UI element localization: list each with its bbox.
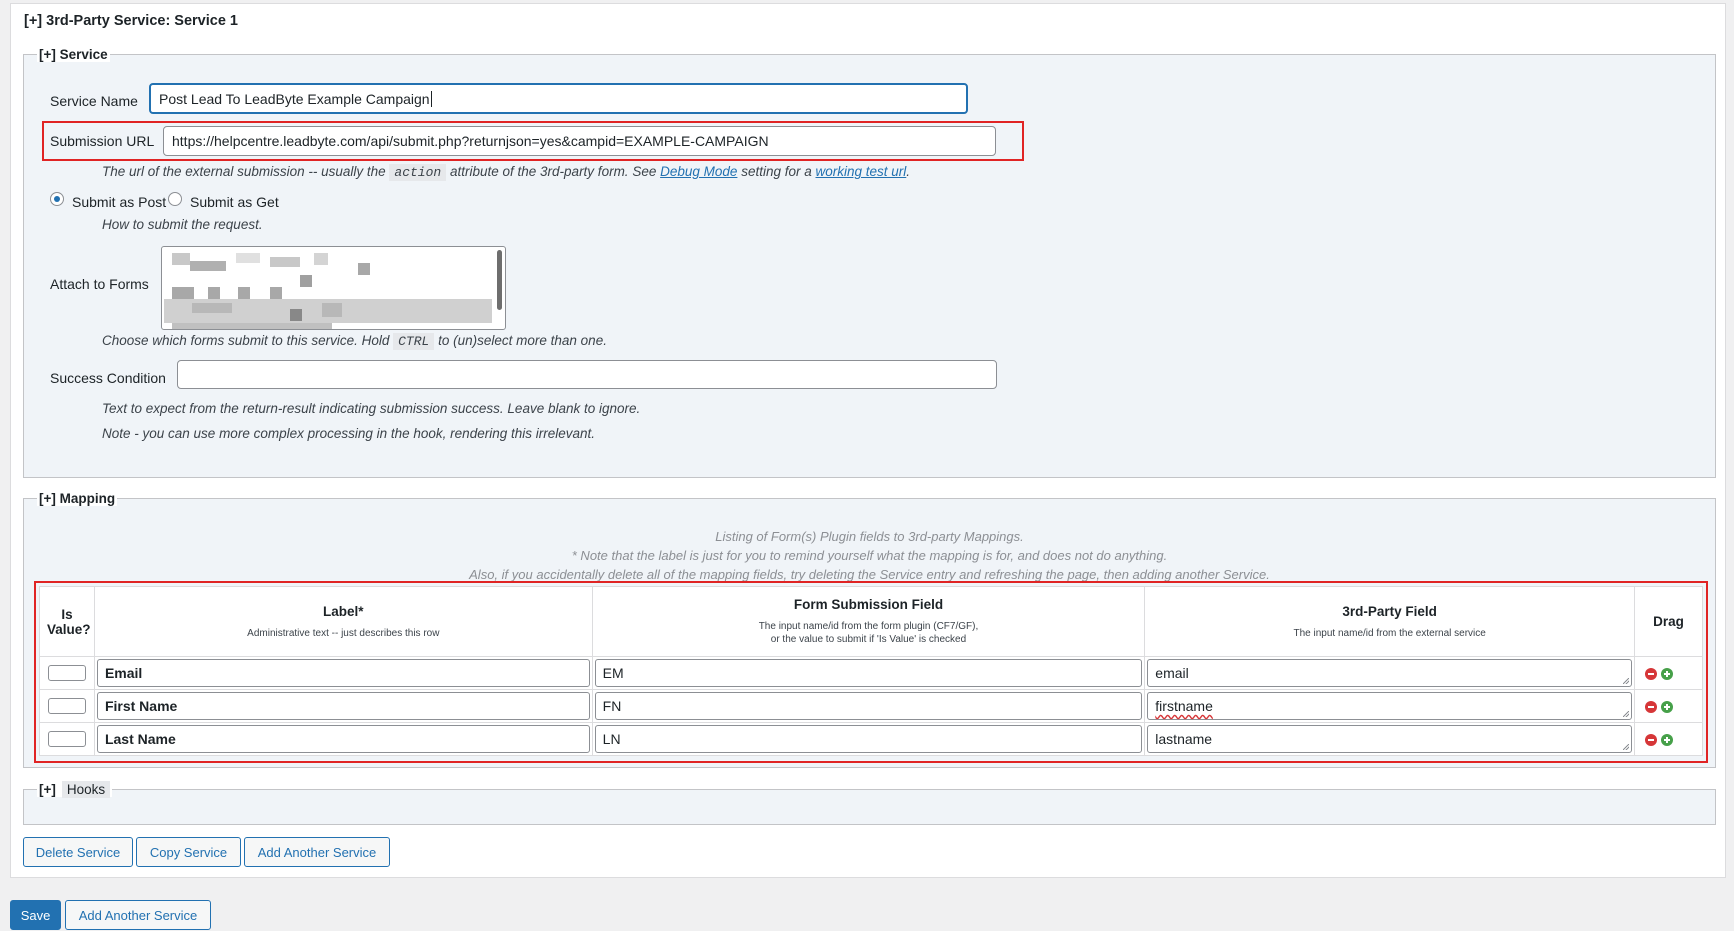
- attach-to-forms-label: Attach to Forms: [50, 276, 149, 292]
- table-row: Last Name LN lastname: [39, 722, 1703, 756]
- submit-as-get-label[interactable]: Submit as Get: [190, 194, 279, 210]
- success-condition-note: Note - you can use more complex processi…: [102, 426, 596, 441]
- service-name-label: Service Name: [50, 93, 138, 109]
- service-fieldset: [+] Service Service Name Post Lead To Le…: [23, 47, 1716, 478]
- table-row: First Name FN firstname: [39, 689, 1703, 723]
- ctrl-code: CTRL: [393, 333, 435, 350]
- save-button[interactable]: Save: [10, 900, 61, 930]
- hooks-fieldset: [+] Hooks: [23, 781, 1716, 825]
- col-form-field: Form Submission Field The input name/id …: [591, 586, 1146, 657]
- service-panel: [+] 3rd-Party Service: Service 1 [+] Ser…: [10, 3, 1726, 878]
- add-row-icon[interactable]: [1660, 734, 1673, 747]
- mapping-note-3: Also, if you accidentally delete all of …: [469, 567, 1270, 582]
- listbox-scrollbar[interactable]: [497, 250, 502, 310]
- resize-grip-icon[interactable]: [1623, 678, 1630, 684]
- submit-as-post-radio[interactable]: [50, 192, 64, 206]
- attach-to-forms-select[interactable]: [161, 246, 506, 330]
- service-name-input[interactable]: Post Lead To LeadByte Example Campaign: [149, 83, 968, 114]
- submission-url-description: The url of the external submission -- us…: [102, 164, 911, 181]
- panel-title[interactable]: [+] 3rd-Party Service: Service 1: [24, 13, 238, 29]
- row-third-party-input[interactable]: lastname: [1147, 725, 1633, 753]
- success-condition-input[interactable]: [177, 360, 997, 389]
- remove-row-icon[interactable]: [1645, 668, 1658, 681]
- row-label-input[interactable]: Email: [96, 659, 590, 687]
- success-condition-label: Success Condition: [50, 370, 166, 386]
- mapping-legend[interactable]: [+] Mapping: [37, 491, 118, 506]
- row-form-field-input[interactable]: FN: [594, 692, 1143, 720]
- method-description: How to submit the request.: [102, 217, 263, 232]
- debug-mode-link[interactable]: Debug Mode: [660, 164, 737, 179]
- delete-service-button[interactable]: Delete Service: [23, 837, 133, 867]
- row-label-input[interactable]: First Name: [96, 692, 590, 720]
- resize-grip-icon[interactable]: [1623, 744, 1630, 750]
- resize-grip-icon[interactable]: [1623, 711, 1630, 717]
- is-value-checkbox[interactable]: [47, 731, 86, 747]
- service-name-value: Post Lead To LeadByte Example Campaign: [159, 90, 430, 107]
- action-code: action: [389, 164, 447, 181]
- col-third-party: 3rd-Party Field The input name/id from t…: [1144, 586, 1636, 657]
- add-row-icon[interactable]: [1660, 668, 1673, 681]
- mapping-note-1: Listing of Form(s) Plugin fields to 3rd-…: [715, 529, 1024, 544]
- is-value-checkbox[interactable]: [47, 698, 86, 714]
- mapping-fieldset: [+] Mapping Listing of Form(s) Plugin fi…: [23, 491, 1716, 768]
- copy-service-button[interactable]: Copy Service: [136, 837, 241, 867]
- remove-row-icon[interactable]: [1645, 701, 1658, 714]
- submit-as-get-radio[interactable]: [168, 192, 182, 206]
- row-third-party-input[interactable]: firstname: [1147, 692, 1633, 720]
- hooks-legend[interactable]: [+] Hooks: [37, 781, 113, 798]
- remove-row-icon[interactable]: [1645, 734, 1658, 747]
- submission-url-value: https://helpcentre.leadbyte.com/api/subm…: [172, 133, 769, 149]
- submit-as-post-label[interactable]: Submit as Post: [72, 194, 166, 210]
- row-form-field-input[interactable]: LN: [594, 725, 1143, 753]
- add-another-service-button[interactable]: Add Another Service: [244, 837, 390, 867]
- row-form-field-input[interactable]: EM: [594, 659, 1143, 687]
- col-drag: Drag: [1634, 586, 1703, 657]
- is-value-checkbox[interactable]: [47, 665, 86, 681]
- attach-to-forms-description: Choose which forms submit to this servic…: [102, 333, 607, 350]
- add-row-icon[interactable]: [1660, 701, 1673, 714]
- mapping-table: Is Value? Label* Administrative text -- …: [39, 586, 1703, 756]
- add-another-service-bottom-button[interactable]: Add Another Service: [65, 900, 211, 930]
- col-label: Label* Administrative text -- just descr…: [93, 586, 593, 657]
- row-label-input[interactable]: Last Name: [96, 725, 590, 753]
- success-condition-description: Text to expect from the return-result in…: [102, 401, 641, 416]
- working-test-url-link[interactable]: working test url: [816, 164, 907, 179]
- row-third-party-input[interactable]: email: [1147, 659, 1633, 687]
- service-legend[interactable]: [+] Service: [37, 47, 110, 62]
- submission-url-label: Submission URL: [50, 133, 155, 149]
- mapping-note-2: * Note that the label is just for you to…: [571, 548, 1168, 563]
- submission-url-input[interactable]: https://helpcentre.leadbyte.com/api/subm…: [163, 126, 996, 156]
- col-is-value: Is Value?: [39, 586, 95, 657]
- table-row: Email EM email: [39, 656, 1703, 690]
